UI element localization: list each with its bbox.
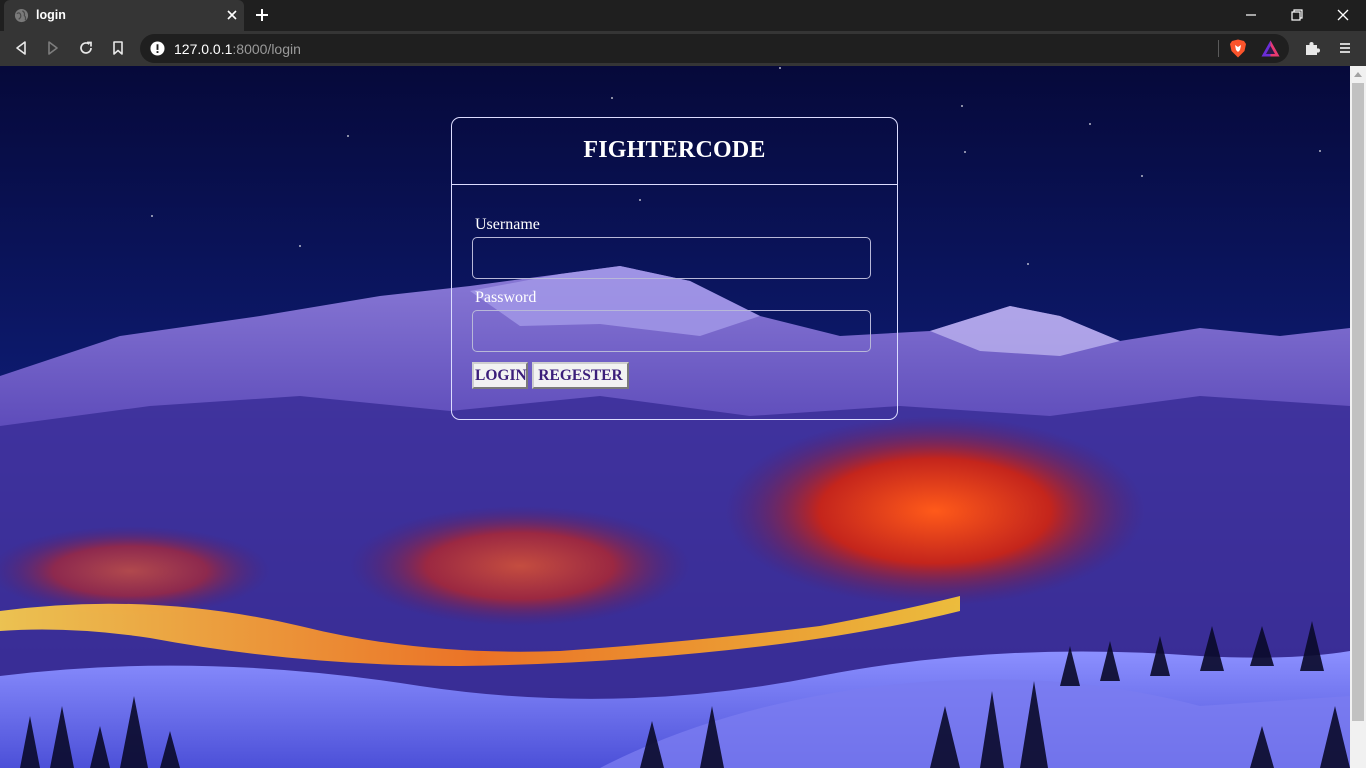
page-viewport: FIGHTERCODE Username Password LOGIN REGE…: [0, 66, 1350, 768]
triangle-rewards-icon[interactable]: [1261, 40, 1280, 57]
window-close-icon[interactable]: [1334, 6, 1352, 24]
password-label: Password: [475, 289, 537, 306]
restore-icon[interactable]: [1288, 6, 1306, 24]
tab-strip: login: [0, 0, 1366, 31]
back-arrow-icon[interactable]: [12, 39, 30, 57]
bookmark-icon[interactable]: [109, 39, 127, 57]
url-path: :8000/login: [232, 41, 301, 57]
password-input[interactable]: [472, 310, 871, 352]
site-title: FIGHTERCODE: [583, 137, 766, 163]
url-text[interactable]: 127.0.0.1:8000/login: [174, 41, 301, 57]
reload-icon[interactable]: [77, 39, 95, 57]
browser-toolbar: 127.0.0.1:8000/login: [0, 31, 1366, 66]
username-label: Username: [475, 216, 540, 233]
minimize-icon[interactable]: [1242, 6, 1260, 24]
forward-arrow-icon[interactable]: [44, 39, 62, 57]
username-input[interactable]: [472, 237, 871, 279]
omnibox-separator: [1218, 40, 1219, 57]
scrollbar-thumb[interactable]: [1352, 83, 1364, 721]
globe-icon: [14, 8, 29, 23]
vertical-scrollbar[interactable]: [1350, 66, 1366, 768]
register-button[interactable]: REGESTER: [532, 362, 629, 389]
hamburger-menu-icon[interactable]: [1336, 39, 1354, 57]
tab-title: login: [36, 8, 66, 22]
url-host: 127.0.0.1: [174, 41, 233, 57]
warning-icon[interactable]: [150, 41, 165, 56]
login-card: FIGHTERCODE Username Password LOGIN REGE…: [451, 117, 898, 420]
brave-lion-icon[interactable]: [1229, 39, 1247, 58]
address-bar[interactable]: 127.0.0.1:8000/login: [140, 34, 1289, 63]
close-icon[interactable]: [224, 7, 240, 23]
card-header: FIGHTERCODE: [452, 118, 897, 185]
scroll-up-arrow-icon[interactable]: [1354, 72, 1362, 77]
plus-icon[interactable]: [252, 5, 272, 25]
login-button[interactable]: LOGIN: [472, 362, 528, 389]
puzzle-icon[interactable]: [1303, 39, 1321, 57]
tab-login[interactable]: login: [4, 0, 244, 31]
